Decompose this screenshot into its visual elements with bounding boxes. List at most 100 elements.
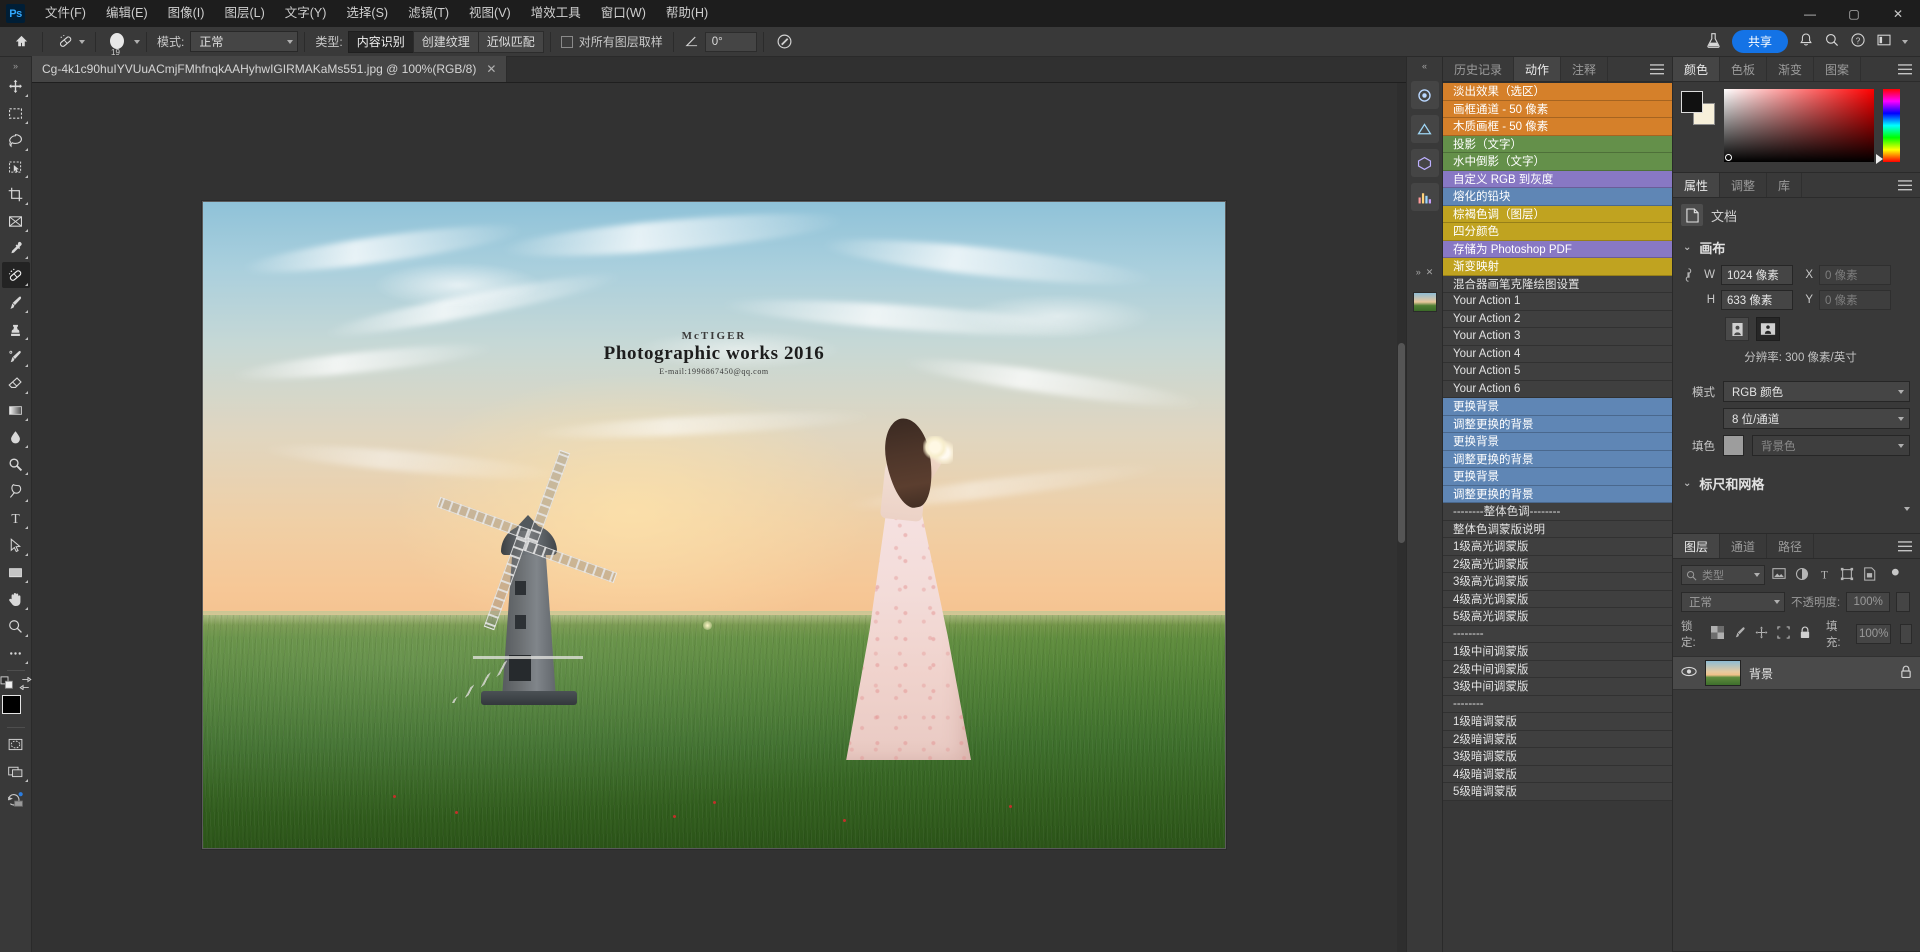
link-dimensions-icon[interactable] — [1681, 267, 1695, 283]
action-item[interactable]: 1级暗调蒙版 — [1443, 713, 1672, 731]
action-item[interactable]: 3级高光调蒙版 — [1443, 573, 1672, 591]
action-item[interactable]: 3级中间调蒙版 — [1443, 678, 1672, 696]
x-field[interactable]: 0 像素 — [1819, 265, 1891, 285]
help-icon[interactable]: ? — [1850, 32, 1866, 51]
crop-tool[interactable] — [2, 181, 30, 207]
canvas-viewport[interactable]: McTIGER Photographic works 2016 E-mail:1… — [32, 83, 1406, 952]
action-item[interactable]: 4级暗调蒙版 — [1443, 765, 1672, 783]
y-field[interactable]: 0 像素 — [1819, 290, 1891, 310]
action-item[interactable]: 自定义 RGB 到灰度 — [1443, 170, 1672, 188]
bell-icon[interactable] — [1798, 32, 1814, 51]
action-item[interactable]: 1级中间调蒙版 — [1443, 643, 1672, 661]
action-item[interactable]: 5级暗调蒙版 — [1443, 783, 1672, 801]
search-icon[interactable] — [1824, 32, 1840, 51]
color-mode-select[interactable]: RGB 颜色 — [1723, 381, 1910, 402]
action-item[interactable]: -------- — [1443, 625, 1672, 643]
tab-channels[interactable]: 通道 — [1720, 534, 1768, 558]
menu-select[interactable]: 选择(S) — [336, 0, 398, 27]
action-item[interactable]: 调整更换的背景 — [1443, 485, 1672, 503]
action-item[interactable]: 熔化的铅块 — [1443, 188, 1672, 206]
eraser-tool[interactable] — [2, 370, 30, 396]
menu-edit[interactable]: 编辑(E) — [96, 0, 158, 27]
action-item[interactable]: 混合器画笔克隆绘图设置 — [1443, 275, 1672, 293]
lasso-tool[interactable] — [2, 127, 30, 153]
action-item[interactable]: Your Action 1 — [1443, 293, 1672, 311]
fill-color-select[interactable]: 背景色 — [1752, 435, 1910, 456]
tab-swatches[interactable]: 色板 — [1720, 57, 1768, 81]
tool-preset-picker[interactable] — [49, 30, 89, 54]
color-swatches[interactable] — [1, 694, 31, 724]
action-item[interactable]: 调整更换的背景 — [1443, 415, 1672, 433]
pressure-for-size-icon[interactable] — [770, 29, 800, 55]
brush-size-picker[interactable]: 19 — [102, 27, 132, 57]
type-create-texture-button[interactable]: 创建纹理 — [412, 30, 479, 53]
tab-adjustments[interactable]: 调整 — [1720, 173, 1768, 197]
menu-plugins[interactable]: 增效工具 — [521, 0, 591, 27]
sample-all-layers-checkbox[interactable]: 对所有图层取样 — [557, 33, 667, 50]
tab-gradients[interactable]: 渐变 — [1767, 57, 1815, 81]
tab-paths[interactable]: 路径 — [1767, 534, 1815, 558]
expand-panels-icon[interactable]: « — [1422, 61, 1427, 71]
action-item[interactable]: Your Action 3 — [1443, 328, 1672, 346]
tab-layers[interactable]: 图层 — [1673, 534, 1721, 558]
rectangular-marquee-tool[interactable] — [2, 100, 30, 126]
rail-libraries-icon[interactable] — [1410, 81, 1439, 109]
close-icon[interactable]: ✕ — [486, 62, 496, 76]
lock-all-icon[interactable] — [1799, 626, 1811, 642]
action-item[interactable]: 整体色调蒙版说明 — [1443, 520, 1672, 538]
panel-menu-icon[interactable] — [1890, 173, 1920, 197]
menu-help[interactable]: 帮助(H) — [656, 0, 718, 27]
color-panel-swatches[interactable] — [1681, 91, 1715, 125]
action-item[interactable]: Your Action 4 — [1443, 345, 1672, 363]
action-item[interactable]: 调整更换的背景 — [1443, 450, 1672, 468]
gradient-tool[interactable] — [2, 397, 30, 423]
angle-control[interactable]: 0° — [680, 31, 757, 52]
action-item[interactable]: 更换背景 — [1443, 398, 1672, 416]
tab-history[interactable]: 历史记录 — [1443, 57, 1515, 81]
layer-blend-mode-select[interactable]: 正常 — [1681, 592, 1785, 612]
action-item[interactable]: 存储为 Photoshop PDF — [1443, 240, 1672, 258]
filter-image-icon[interactable] — [1772, 567, 1786, 583]
portrait-orientation-button[interactable] — [1725, 317, 1749, 341]
chevron-down-icon[interactable] — [1902, 39, 1908, 44]
filter-type-icon[interactable]: T — [1818, 567, 1831, 584]
action-item[interactable]: 2级暗调蒙版 — [1443, 730, 1672, 748]
actions-list[interactable]: 淡出效果（选区） 画框通道 - 50 像素 木质画框 - 50 像素 投影（文字） 水中… — [1443, 82, 1672, 952]
close-button[interactable]: ✕ — [1876, 0, 1920, 27]
zoom-tool[interactable] — [2, 613, 30, 639]
hue-slider[interactable] — [1876, 89, 1900, 164]
tab-actions[interactable]: 动作 — [1514, 57, 1562, 81]
menu-view[interactable]: 视图(V) — [459, 0, 521, 27]
lock-transparent-pixels-icon[interactable] — [1710, 626, 1724, 642]
type-proximity-match-button[interactable]: 近似匹配 — [477, 30, 544, 53]
frame-tool[interactable] — [2, 208, 30, 234]
lock-icon[interactable] — [1900, 665, 1912, 682]
layer-name[interactable]: 背景 — [1749, 665, 1773, 682]
blend-mode-select[interactable]: 正常 — [190, 31, 299, 52]
rail-photo-thumbnail[interactable] — [1411, 288, 1439, 316]
move-tool[interactable] — [2, 73, 30, 99]
edit-toolbar-tool[interactable] — [2, 640, 30, 666]
eye-icon[interactable] — [1681, 666, 1697, 680]
lock-image-pixels-icon[interactable] — [1733, 626, 1746, 642]
blur-tool[interactable] — [2, 424, 30, 450]
minimize-button[interactable]: — — [1788, 0, 1832, 27]
rectangle-tool[interactable] — [2, 559, 30, 585]
action-item[interactable]: 5级高光调蒙版 — [1443, 608, 1672, 626]
action-item[interactable]: 棕褐色调（图层） — [1443, 205, 1672, 223]
rulers-grid-section-header[interactable]: ⌄ 标尺和网格 — [1673, 468, 1920, 499]
filter-adjustment-icon[interactable] — [1795, 567, 1809, 584]
action-item[interactable]: Your Action 2 — [1443, 310, 1672, 328]
tab-properties[interactable]: 属性 — [1673, 173, 1721, 197]
rotate-view-icon[interactable] — [2, 785, 30, 811]
action-item[interactable]: 4级高光调蒙版 — [1443, 590, 1672, 608]
rail-histogram-icon[interactable] — [1410, 183, 1439, 211]
workspace-icon[interactable] — [1876, 32, 1892, 51]
action-item[interactable]: -------- — [1443, 695, 1672, 713]
action-item[interactable]: 四分颜色 — [1443, 223, 1672, 241]
angle-value-field[interactable]: 0° — [704, 31, 757, 52]
rail-3d-icon[interactable] — [1410, 149, 1439, 177]
width-field[interactable]: 1024 像素 — [1721, 265, 1793, 285]
action-item[interactable]: 画框通道 - 50 像素 — [1443, 100, 1672, 118]
expand-toolbar-icon[interactable]: » — [0, 59, 32, 73]
